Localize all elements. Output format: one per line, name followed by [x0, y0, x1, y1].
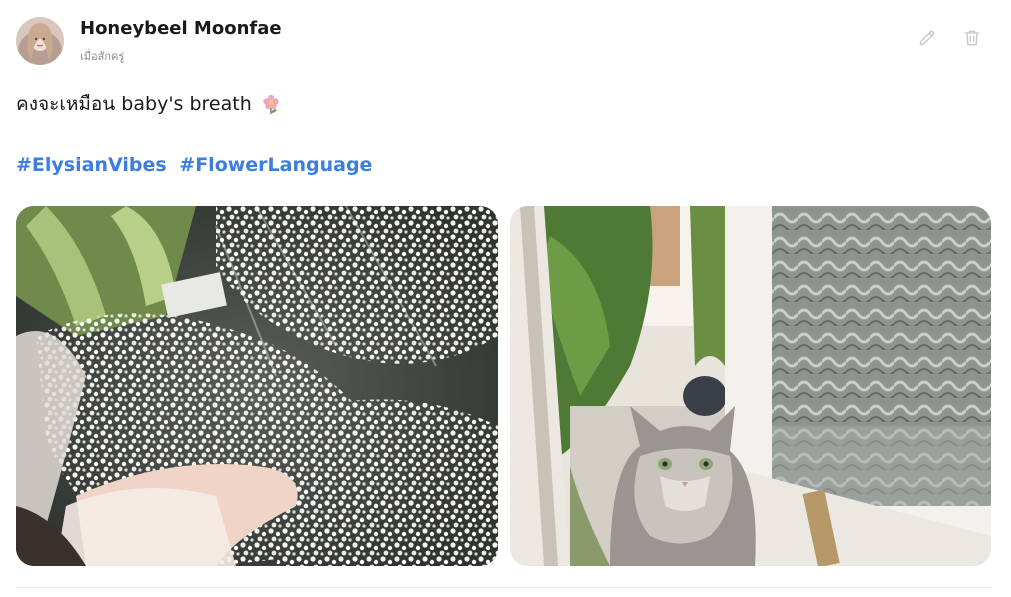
- author-name[interactable]: Honeybeel Moonfae: [80, 18, 282, 39]
- avatar[interactable]: [16, 17, 64, 65]
- babys-breath-bouquet-photo[interactable]: [16, 206, 498, 566]
- flower-emoji-icon: [260, 93, 282, 115]
- post-card: Honeybeel Moonfae เมื่อสักครู่ คงจะเหมือ…: [0, 0, 1011, 597]
- post-body-text: คงจะเหมือน baby's breath: [16, 89, 282, 119]
- hashtag-link[interactable]: #ElysianVibes: [16, 154, 167, 176]
- delete-button[interactable]: [960, 26, 984, 50]
- pencil-icon: [919, 30, 935, 46]
- post-timestamp: เมื่อสักครู่: [80, 50, 125, 63]
- cat-at-doorway-photo[interactable]: [510, 206, 991, 566]
- edit-button[interactable]: [915, 26, 939, 50]
- post-text: คงจะเหมือน baby's breath: [16, 93, 252, 115]
- post-divider: [16, 587, 991, 588]
- hashtag-link[interactable]: #FlowerLanguage: [179, 154, 372, 176]
- hashtag-list: #ElysianVibes #FlowerLanguage: [16, 154, 372, 176]
- trash-icon: [964, 30, 980, 46]
